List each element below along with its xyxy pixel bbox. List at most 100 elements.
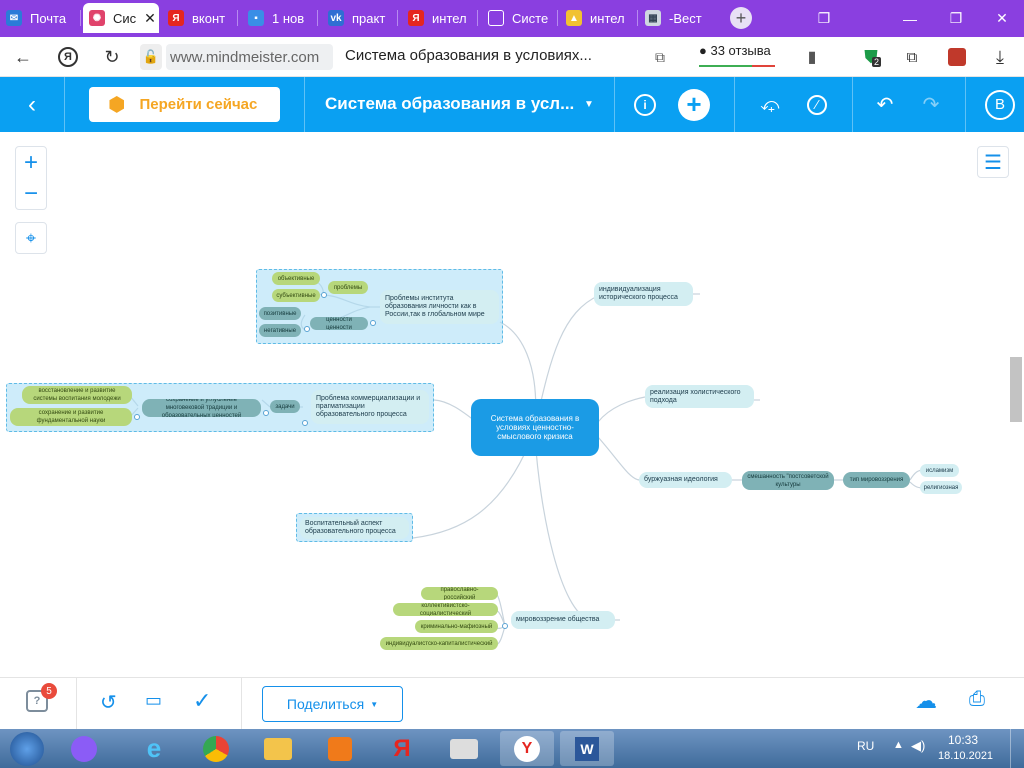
go-now-button[interactable]: ⬢ Перейти сейчас bbox=[89, 87, 280, 122]
presentation-icon[interactable]: ▭ bbox=[145, 690, 169, 714]
topic-preserve-tradition[interactable]: сохранение и углубление многовековой тра… bbox=[142, 399, 261, 417]
topic-positive[interactable]: позитивные bbox=[259, 307, 301, 320]
topic-negative[interactable]: негативные bbox=[259, 324, 301, 337]
alice-icon[interactable] bbox=[60, 731, 108, 766]
topic-collectivist[interactable]: коллективистско-социалистический bbox=[393, 603, 498, 616]
root-topic[interactable]: Система образования в условиях ценностно… bbox=[471, 399, 599, 456]
collapse-toggle[interactable] bbox=[502, 623, 508, 629]
start-button[interactable] bbox=[2, 731, 52, 766]
camera-icon[interactable] bbox=[440, 731, 488, 766]
page-title[interactable]: Система образования в условиях... bbox=[345, 47, 592, 64]
chevron-down-icon[interactable]: ▼ bbox=[580, 77, 598, 132]
tab-document[interactable]: Систе bbox=[488, 3, 554, 33]
tab-vestnik[interactable]: ▦ -Вест bbox=[645, 3, 715, 33]
yandex-icon[interactable]: Я bbox=[378, 731, 426, 766]
tab-intel-2[interactable]: ▲ интел bbox=[566, 3, 632, 33]
chrome-icon[interactable] bbox=[192, 731, 240, 766]
topic-worldview[interactable]: мировоззрение общества bbox=[511, 611, 615, 629]
topic-worldview-type[interactable]: тип мировоззрения bbox=[843, 472, 910, 488]
topic-objective[interactable]: объективные bbox=[272, 272, 320, 285]
tasks-check-icon[interactable]: ✓ bbox=[193, 688, 217, 713]
topic-individualist[interactable]: индивидуалистско-капиталистический bbox=[380, 637, 498, 650]
tab-mail[interactable]: ✉ Почта bbox=[6, 3, 78, 33]
back-icon[interactable]: ← bbox=[8, 37, 38, 77]
ie-icon[interactable]: e bbox=[130, 731, 178, 766]
topic-holistic[interactable]: реализация холистического подхода bbox=[645, 385, 754, 408]
minimize-icon[interactable]: — bbox=[888, 0, 932, 37]
topic-criminal[interactable]: криминально-мафиозный bbox=[415, 620, 498, 633]
volume-icon[interactable]: ◀) bbox=[911, 738, 925, 754]
tab-vk[interactable]: vk практ bbox=[328, 3, 392, 33]
topic-values[interactable]: ценности ценности bbox=[310, 317, 368, 330]
bookmark-icon[interactable]: ▮ bbox=[797, 37, 827, 77]
lock-icon[interactable]: 🔓 bbox=[140, 44, 162, 70]
media-player-icon[interactable] bbox=[316, 731, 364, 766]
show-hidden-icons[interactable]: ▲ bbox=[893, 739, 904, 751]
topic-problems[interactable]: проблемы bbox=[328, 281, 368, 294]
tab-mindmeister[interactable]: ✺ Сис ✕ bbox=[83, 3, 159, 33]
mail-icon: ✉ bbox=[6, 10, 22, 26]
tab-separator bbox=[237, 10, 238, 26]
tab-collections-icon[interactable]: ❐ bbox=[802, 0, 846, 37]
toolbar-divider bbox=[852, 77, 853, 132]
collapse-toggle[interactable] bbox=[370, 320, 376, 326]
delete-icon[interactable]: ⁄ bbox=[804, 77, 830, 132]
download-icon[interactable]: ⤓ bbox=[985, 37, 1015, 77]
show-desktop-button[interactable] bbox=[1010, 729, 1024, 768]
redo-icon[interactable]: ↷ bbox=[918, 77, 944, 132]
export-cloud-icon[interactable]: ☁ bbox=[915, 688, 941, 714]
topic-subjective[interactable]: субъективные bbox=[272, 289, 320, 302]
add-topic-button[interactable]: + bbox=[677, 77, 711, 132]
chat-icon: ▪ bbox=[248, 10, 264, 26]
explorer-icon[interactable] bbox=[254, 731, 302, 766]
browser-tab-bar: ✉ Почта ✺ Сис ✕ Явконт ▪ 1 нов vk практ Яинте… bbox=[0, 0, 1024, 37]
translate-icon[interactable]: ⧉ bbox=[645, 37, 675, 77]
mind-map-canvas[interactable]: + − ⌖ ☰ Система образования в условиях ц… bbox=[0, 132, 1024, 677]
tab-vkontakte[interactable]: Явконт bbox=[168, 3, 232, 33]
yandex-icon[interactable]: Я bbox=[53, 37, 83, 77]
profile-extension-icon[interactable] bbox=[942, 37, 972, 77]
print-icon[interactable]: ⎙ bbox=[969, 688, 995, 714]
reviews-badge[interactable]: ● 33 отзыва bbox=[699, 43, 775, 67]
topic-commercialization[interactable]: Проблема коммерциализации и прагматизаци… bbox=[311, 390, 429, 424]
close-tab-icon[interactable]: ✕ bbox=[144, 10, 156, 27]
restore-icon[interactable]: ❐ bbox=[934, 0, 978, 37]
connect-icon[interactable]: ⤽ bbox=[756, 77, 784, 132]
topic-bourgeois-ideology[interactable]: буржуазная идеология bbox=[639, 472, 732, 488]
collapse-toggle[interactable] bbox=[263, 410, 269, 416]
topic-religious[interactable]: религиозная bbox=[920, 481, 962, 494]
clock[interactable]: 10:33 18.10.2021 bbox=[938, 733, 993, 762]
map-title[interactable]: Система образования в усл... bbox=[325, 94, 574, 114]
topic-restore-education[interactable]: восстановление и развитие системы воспит… bbox=[22, 386, 132, 404]
topic-mixed-culture[interactable]: смешанность "постсоветской культуры bbox=[742, 471, 834, 490]
topic-tasks[interactable]: задачи bbox=[270, 400, 300, 413]
language-indicator[interactable]: RU bbox=[857, 739, 874, 753]
topic-upbringing[interactable]: Воспитательный аспект образовательного п… bbox=[300, 517, 409, 539]
close-window-icon[interactable]: ✕ bbox=[980, 0, 1024, 37]
url-domain[interactable]: www.mindmeister.com bbox=[166, 44, 333, 70]
topic-individualization[interactable]: индивидуализация исторического процесса bbox=[594, 282, 693, 306]
undo-icon[interactable]: ↶ bbox=[872, 77, 898, 132]
shield-icon[interactable]: ⛊ 2 bbox=[856, 37, 886, 77]
collapse-toggle[interactable] bbox=[302, 420, 308, 426]
yandex-browser-icon[interactable]: Y bbox=[500, 731, 554, 766]
history-icon[interactable]: ↺ bbox=[100, 690, 124, 714]
tab-intel-1[interactable]: Яинтел bbox=[408, 3, 472, 33]
avatar[interactable]: B bbox=[985, 77, 1015, 132]
collapse-toggle[interactable] bbox=[321, 292, 327, 298]
topic-institutional-problems[interactable]: Проблемы института образования личности … bbox=[380, 290, 499, 324]
collapse-toggle[interactable] bbox=[134, 414, 140, 420]
share-button[interactable]: Поделиться ▼ bbox=[262, 686, 403, 722]
topic-islamism[interactable]: исламизм bbox=[920, 464, 959, 477]
topic-science[interactable]: сохранение и развитие фундаментальной на… bbox=[10, 408, 132, 426]
new-tab-button[interactable]: + bbox=[730, 3, 752, 33]
collapse-toggle[interactable] bbox=[304, 326, 310, 332]
toolbar-divider bbox=[614, 77, 615, 132]
extensions-icon[interactable]: ⧉ bbox=[897, 37, 927, 77]
reload-icon[interactable]: ↻ bbox=[97, 37, 127, 77]
topic-orthodox[interactable]: православно-российский bbox=[421, 587, 498, 600]
back-chevron-icon[interactable]: ‹ bbox=[16, 77, 48, 132]
info-icon[interactable]: i bbox=[632, 77, 658, 132]
tab-messages[interactable]: ▪ 1 нов bbox=[248, 3, 312, 33]
word-icon[interactable]: W bbox=[560, 731, 614, 766]
